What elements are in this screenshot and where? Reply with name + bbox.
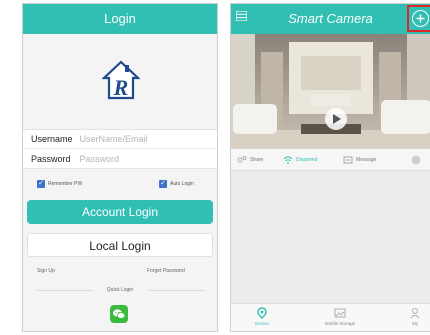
- gear-icon: [412, 156, 420, 164]
- password-input[interactable]: [79, 154, 200, 164]
- nav-mobile-storage[interactable]: Mobile Storage: [320, 307, 360, 326]
- login-options: ✓ Remember PW ✓ Auto Login: [23, 180, 217, 192]
- disarmed-button[interactable]: Disarmed: [283, 155, 317, 165]
- screenshot-stage: Login R Username Password ✓ Remember PW: [0, 0, 430, 335]
- username-input[interactable]: [79, 134, 200, 144]
- auto-login-checkbox[interactable]: ✓ Auto Login: [159, 180, 194, 188]
- share-label: Share: [250, 157, 264, 163]
- settings-button[interactable]: [411, 155, 421, 165]
- camera-actions: Share Disarmed Message: [231, 149, 430, 171]
- camera-title: Smart Camera: [288, 11, 373, 26]
- wechat-login-button[interactable]: [110, 305, 128, 323]
- account-login-button[interactable]: Account Login: [27, 200, 213, 224]
- svg-text:R: R: [113, 75, 129, 100]
- password-row: Password: [23, 150, 217, 169]
- person-icon: [410, 308, 420, 319]
- nav-my[interactable]: My: [395, 307, 430, 326]
- house-r-logo-icon: R: [102, 60, 140, 100]
- camera-header: Smart Camera: [231, 4, 430, 34]
- message-icon: [343, 156, 353, 164]
- login-form: Username Password: [23, 129, 217, 169]
- image-icon: [334, 308, 346, 318]
- message-button[interactable]: Message: [343, 155, 376, 165]
- forget-password-link[interactable]: Forget Password: [147, 268, 185, 274]
- divider: [149, 290, 205, 291]
- living-room-image: [231, 34, 430, 149]
- disarmed-label: Disarmed: [296, 157, 318, 163]
- message-label: Message: [356, 157, 377, 163]
- password-label: Password: [31, 154, 71, 164]
- share-button[interactable]: Share: [237, 155, 263, 165]
- username-label: Username: [31, 134, 73, 144]
- login-screen: Login R Username Password ✓ Remember PW: [22, 3, 218, 332]
- camera-screen: Smart Camera Share Disarmed Message Devi…: [230, 3, 430, 332]
- shield-icon: [283, 156, 293, 164]
- add-circle-icon: [412, 10, 429, 27]
- local-login-button[interactable]: Local Login: [27, 233, 213, 257]
- nav-my-label: My: [412, 321, 418, 326]
- remember-pw-label: Remember PW: [48, 181, 83, 187]
- username-row: Username: [23, 130, 217, 149]
- wechat-icon: [113, 309, 126, 319]
- nav-mobile-storage-label: Mobile Storage: [324, 321, 356, 326]
- location-pin-icon: [257, 307, 267, 319]
- login-title: Login: [104, 11, 136, 26]
- share-icon: [237, 156, 247, 163]
- bottom-navigation: Device Mobile Storage My: [231, 303, 430, 331]
- nav-device-label: Device: [255, 321, 269, 326]
- play-icon[interactable]: [325, 108, 347, 130]
- camera-preview[interactable]: [231, 34, 430, 149]
- check-icon: ✓: [159, 180, 167, 188]
- nav-device[interactable]: Device: [242, 307, 282, 326]
- remember-pw-checkbox[interactable]: ✓ Remember PW: [37, 180, 82, 188]
- check-icon: ✓: [37, 180, 45, 188]
- auto-login-label: Auto Login: [170, 181, 194, 187]
- sign-up-link[interactable]: Sign Up: [37, 268, 55, 274]
- login-header: Login: [23, 4, 217, 34]
- add-device-button[interactable]: [407, 5, 430, 32]
